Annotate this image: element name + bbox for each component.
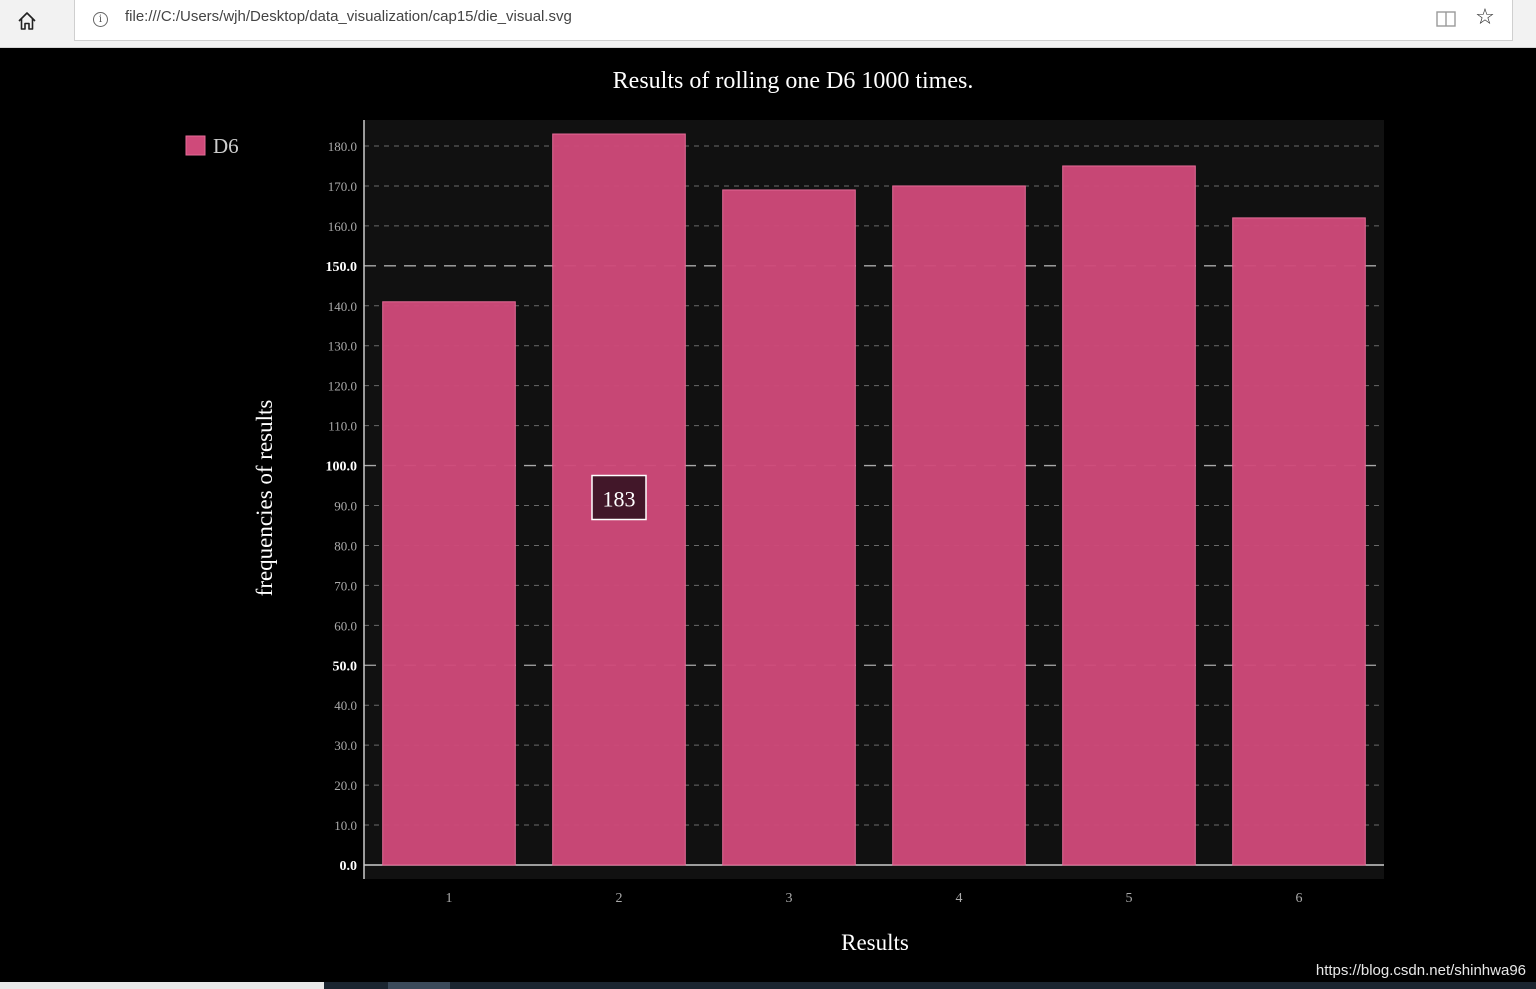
x-tick-label: 4	[956, 891, 963, 906]
x-ticks: 1 2 3 4 5 6	[446, 891, 1303, 906]
bar[interactable]	[382, 301, 516, 866]
legend-swatch[interactable]	[185, 135, 206, 156]
x-tick-label: 6	[1296, 891, 1303, 906]
url-text[interactable]: file:///C:/Users/wjh/Desktop/data_visual…	[125, 8, 572, 25]
tooltip: 183	[591, 474, 647, 521]
bar[interactable]	[722, 189, 856, 866]
y-tick-label: 10.0	[334, 818, 357, 833]
y-tick-label: 160.0	[328, 219, 357, 234]
bar[interactable]	[1232, 217, 1366, 866]
y-tick-label: 100.0	[326, 460, 358, 475]
y-tick-label: 40.0	[334, 698, 357, 713]
y-axis-label: frequencies of results	[252, 400, 277, 597]
plot-background	[364, 120, 1384, 879]
y-tick-label: 150.0	[326, 260, 358, 275]
x-tick-label: 3	[786, 891, 793, 906]
y-tick-label: 0.0	[340, 859, 358, 874]
y-tick-label: 140.0	[328, 299, 357, 314]
bar[interactable]	[1062, 165, 1196, 866]
browser-toolbar: i file:///C:/Users/wjh/Desktop/data_visu…	[0, 0, 1536, 48]
home-icon[interactable]	[8, 6, 46, 36]
favorite-star-icon[interactable]: ☆	[1473, 7, 1497, 31]
y-tick-label: 70.0	[334, 578, 357, 593]
y-tick-label: 60.0	[334, 618, 357, 633]
x-tick-label: 1	[446, 891, 453, 906]
y-tick-label: 80.0	[334, 538, 357, 553]
y-ticks: 0.0 10.0 20.0 30.0 40.0 50.0 60.0 70.0 80.0 90.0 1…	[326, 139, 358, 874]
bar[interactable]	[892, 185, 1026, 866]
y-tick-label: 130.0	[328, 339, 357, 354]
y-tick-label: 50.0	[333, 659, 358, 674]
y-tick-label: 90.0	[334, 499, 357, 514]
tooltip-value: 183	[603, 487, 636, 512]
x-axis-label: Results	[841, 930, 909, 955]
taskbar-strip	[0, 982, 1536, 989]
bar-chart: Results of rolling one D6 1000 times. D6…	[185, 68, 1384, 955]
watermark: https://blog.csdn.net/shinhwa96	[1315, 962, 1526, 979]
y-tick-label: 110.0	[328, 419, 357, 434]
legend: D6	[185, 134, 239, 158]
legend-label[interactable]: D6	[213, 134, 239, 158]
y-tick-label: 170.0	[328, 179, 357, 194]
chart-title: Results of rolling one D6 1000 times.	[613, 68, 974, 94]
info-icon[interactable]: i	[93, 12, 108, 27]
y-tick-label: 120.0	[328, 379, 357, 394]
y-tick-label: 30.0	[334, 738, 357, 753]
x-tick-label: 2	[616, 891, 623, 906]
address-bar[interactable]: i file:///C:/Users/wjh/Desktop/data_visu…	[74, 0, 1513, 41]
reading-view-icon[interactable]	[1435, 9, 1457, 29]
y-tick-label: 180.0	[328, 139, 357, 154]
chart-area: Results of rolling one D6 1000 times. D6…	[0, 48, 1536, 982]
x-tick-label: 5	[1126, 891, 1133, 906]
y-tick-label: 20.0	[334, 778, 357, 793]
